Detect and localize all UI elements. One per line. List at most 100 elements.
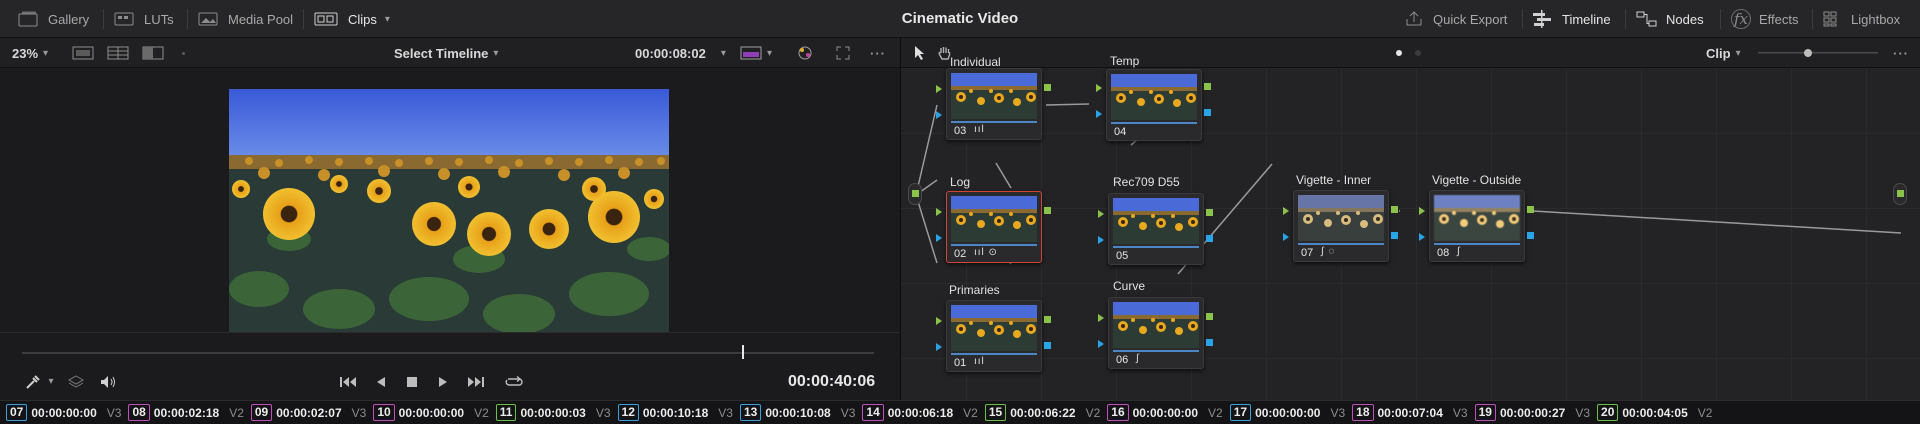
clip-item[interactable]: 11 00:00:00:03 V3	[495, 401, 611, 424]
node-key-input-pin[interactable]	[936, 111, 942, 119]
node-03[interactable]: 03 ııl	[946, 68, 1042, 140]
effects-button[interactable]: fx Effects	[1731, 0, 1799, 38]
node-key-input-pin[interactable]	[936, 343, 942, 351]
node-output-pin[interactable]	[1044, 84, 1051, 91]
timecode-dropdown[interactable]: 00:00:08:02 ▾	[635, 38, 726, 68]
playhead[interactable]	[742, 345, 744, 359]
layers-icon	[68, 374, 84, 388]
node-07[interactable]: 07 ∫ ◌	[1293, 190, 1389, 262]
node-04[interactable]: 04	[1106, 69, 1202, 141]
node-key-input-pin[interactable]	[1419, 233, 1425, 241]
clip-timecode: 00:00:10:18	[642, 405, 709, 420]
wipe-view-button[interactable]	[142, 38, 164, 68]
node-input-pin[interactable]	[1096, 84, 1102, 92]
node-output-pin[interactable]	[1391, 206, 1398, 213]
node-zoom-slider[interactable]	[1758, 38, 1878, 68]
node-output-pin[interactable]	[1206, 313, 1213, 320]
clip-item[interactable]: 14 00:00:06:18 V2	[862, 401, 978, 424]
color-space-dropdown[interactable]: ▾	[740, 38, 772, 68]
node-input-pin[interactable]	[1419, 207, 1425, 215]
clip-item[interactable]: 09 00:00:02:07 V3	[250, 401, 366, 424]
reverse-play-button[interactable]	[370, 363, 392, 400]
clip-item[interactable]: 07 00:00:00:00 V3	[6, 401, 121, 424]
node-key-output-pin[interactable]	[1206, 339, 1213, 346]
node-08[interactable]: 08 ∫	[1429, 190, 1525, 262]
node-key-input-pin[interactable]	[936, 234, 942, 242]
node-key-input-pin[interactable]	[1283, 233, 1289, 241]
node-output-pin[interactable]	[1206, 209, 1213, 216]
chevron-down-icon[interactable]: ▾	[44, 363, 58, 400]
first-frame-button[interactable]	[336, 363, 360, 400]
graph-output-pin[interactable]	[1893, 183, 1907, 205]
node-key-output-pin[interactable]	[1391, 232, 1398, 239]
video-frame[interactable]	[229, 89, 669, 337]
clip-number: 08	[128, 404, 150, 421]
media-pool-button[interactable]: Media Pool	[198, 0, 293, 38]
gallery-button[interactable]: Gallery	[18, 0, 89, 38]
node-mode-dropdown[interactable]: Clip ▾	[1706, 38, 1741, 68]
clips-button[interactable]: Clips ▾	[314, 0, 390, 38]
loop-button[interactable]	[502, 363, 526, 400]
clip-number: 10	[373, 404, 395, 421]
page-dot-active[interactable]	[1396, 38, 1402, 68]
clip-item[interactable]: 15 00:00:06:22 V2	[984, 401, 1100, 424]
last-frame-button[interactable]	[464, 363, 488, 400]
page-dot[interactable]	[1415, 38, 1421, 68]
node-output-pin[interactable]	[1044, 316, 1051, 323]
fullscreen-button[interactable]	[836, 38, 850, 68]
node-key-input-pin[interactable]	[1098, 340, 1104, 348]
graph-input-pin[interactable]	[908, 183, 922, 205]
node-input-pin[interactable]	[1098, 210, 1104, 218]
clip-item[interactable]: 19 00:00:00:27 V3	[1474, 401, 1590, 424]
timeline-button[interactable]: Timeline	[1532, 0, 1611, 38]
clip-item[interactable]: 20 00:00:04:05 V2	[1597, 401, 1712, 424]
split-view-button[interactable]	[107, 38, 129, 68]
skip-end-icon	[468, 376, 484, 387]
node-key-input-pin[interactable]	[1098, 236, 1104, 244]
stop-button[interactable]	[401, 363, 423, 400]
node-input-pin[interactable]	[936, 208, 942, 216]
play-button[interactable]	[432, 363, 454, 400]
clip-item[interactable]: 18 00:00:07:04 V3	[1352, 401, 1468, 424]
pointer-tool-button[interactable]	[913, 38, 927, 68]
node-key-input-pin[interactable]	[1096, 110, 1102, 118]
node-output-pin[interactable]	[1527, 206, 1534, 213]
clip-item[interactable]: 13 00:00:10:08 V3	[739, 401, 855, 424]
node-input-pin[interactable]	[936, 85, 942, 93]
more-options-button[interactable]: ···	[870, 38, 886, 68]
volume-button[interactable]	[98, 363, 120, 400]
highlight-toggle[interactable]	[796, 38, 814, 68]
clip-item[interactable]: 12 00:00:10:18 V3	[617, 401, 733, 424]
lightbox-button[interactable]: Lightbox	[1823, 0, 1900, 38]
node-02[interactable]: 02 ııl ⊙	[946, 191, 1042, 263]
node-input-pin[interactable]	[936, 317, 942, 325]
node-06[interactable]: 06 ∫	[1108, 297, 1204, 369]
clip-item[interactable]: 16 00:00:00:00 V2	[1107, 401, 1223, 424]
node-key-output-pin[interactable]	[1527, 232, 1534, 239]
luts-button[interactable]: LUTs	[114, 0, 174, 38]
nodes-button[interactable]: Nodes	[1636, 0, 1704, 38]
clip-item[interactable]: 10 00:00:00:00 V2	[373, 401, 489, 424]
clip-item[interactable]: 17 00:00:00:00 V3	[1229, 401, 1345, 424]
node-key-output-pin[interactable]	[1206, 235, 1213, 242]
node-input-pin[interactable]	[1283, 207, 1289, 215]
clip-item[interactable]: 08 00:00:02:18 V2	[128, 401, 244, 424]
node-graph[interactable]: Individual 03 ııl Temp 04 Log 02 ııl ⊙ R…	[901, 54, 1920, 400]
eyedropper-button[interactable]	[22, 363, 44, 400]
node-input-pin[interactable]	[1098, 314, 1104, 322]
node-01[interactable]: 01 ııl	[946, 300, 1042, 372]
viewer-timecode: 00:00:08:02	[635, 45, 706, 61]
node-output-pin[interactable]	[1044, 207, 1051, 214]
node-05[interactable]: 05	[1108, 193, 1204, 265]
node-key-output-pin[interactable]	[1044, 342, 1051, 349]
more-options-button[interactable]: ···	[1893, 38, 1909, 68]
node-key-output-pin[interactable]	[1204, 109, 1211, 116]
clip-track: V3	[595, 405, 611, 420]
select-timeline-dropdown[interactable]: Select Timeline ▾	[394, 38, 498, 68]
node-output-pin[interactable]	[1204, 83, 1211, 90]
zoom-dropdown[interactable]: 23% ▾	[12, 38, 48, 68]
quick-export-button[interactable]: Quick Export	[1405, 0, 1507, 38]
single-view-button[interactable]	[72, 38, 94, 68]
clip-timecode: 00:00:00:00	[31, 405, 97, 420]
layers-button[interactable]	[66, 363, 86, 400]
